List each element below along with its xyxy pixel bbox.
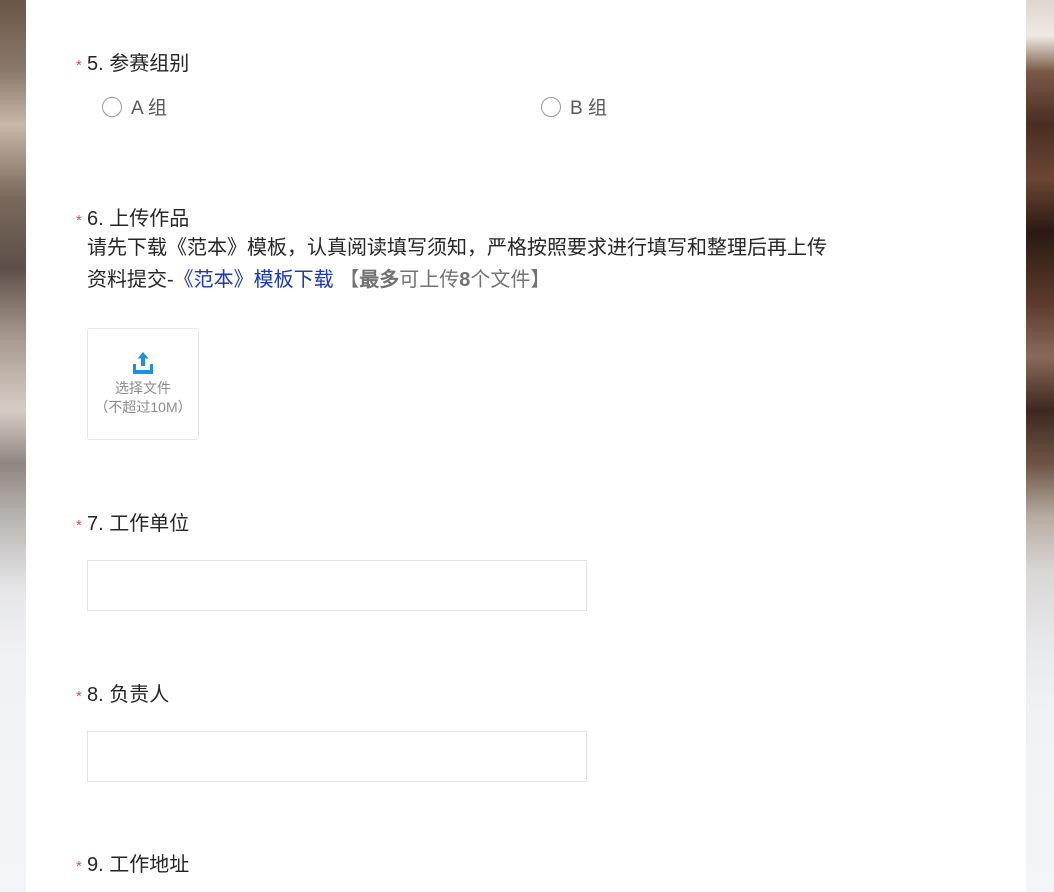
question-6-description: 请先下载《范本》模板，认真阅读填写须知，严格按照要求进行填写和整理后再上传 资料…: [76, 232, 827, 296]
radio-circle[interactable]: [102, 96, 122, 117]
description-line-2: 资料提交-《范本》模板下载 【最多可上传8个文件】: [87, 264, 827, 296]
limit-bracket-close: 】: [530, 269, 551, 291]
file-upload-button[interactable]: 选择文件 （不超过10M）: [87, 328, 199, 440]
description-line-1: 请先下载《范本》模板，认真阅读填写须知，严格按照要求进行填写和整理后再上传: [87, 237, 827, 259]
radio-option-a[interactable]: A 组: [102, 93, 167, 120]
limit-bracket-open: 【: [333, 269, 360, 291]
upload-size-hint: （不超过10M）: [94, 399, 192, 415]
template-download-link[interactable]: 《范本》模板下载: [174, 269, 334, 291]
required-mark: *: [76, 57, 82, 74]
radio-option-b[interactable]: B 组: [541, 93, 607, 120]
upload-tray-icon: [133, 352, 153, 374]
question-5-title: * 5. 参赛组别: [76, 51, 189, 77]
question-7-label: 7. 工作单位: [87, 513, 190, 535]
description-prefix: 资料提交-: [87, 269, 174, 291]
form-card: * 5. 参赛组别 A 组 B 组 * 6. 上传作品 请先下载《范本》模板，认…: [26, 0, 1026, 892]
upload-label: 选择文件: [115, 380, 171, 396]
required-mark: *: [76, 517, 82, 534]
question-8-label: 8. 负责人: [87, 684, 170, 706]
radio-option-b-label: B 组: [570, 98, 607, 119]
question-9-label: 9. 工作地址: [87, 854, 190, 876]
question-6-label: 6. 上传作品: [87, 208, 190, 230]
question-6: * 6. 上传作品 请先下载《范本》模板，认真阅读填写须知，严格按照要求进行填写…: [76, 206, 827, 440]
question-7: * 7. 工作单位: [76, 511, 587, 611]
limit-unit: 个文件: [470, 269, 531, 291]
background-left-photo: [0, 0, 26, 892]
question-7-title: * 7. 工作单位: [76, 511, 189, 537]
required-mark: *: [76, 212, 82, 229]
question-9: * 9. 工作地址: [76, 852, 189, 878]
question-9-title: * 9. 工作地址: [76, 852, 189, 878]
required-mark: *: [76, 688, 82, 705]
limit-count: 8: [459, 269, 471, 291]
person-in-charge-input[interactable]: [87, 731, 587, 782]
file-limit-note: 【最多可上传8个文件】: [333, 269, 551, 291]
question-8: * 8. 负责人: [76, 682, 587, 782]
limit-max-word: 最多: [359, 269, 400, 291]
required-mark: *: [76, 858, 82, 875]
question-5-label: 5. 参赛组别: [87, 53, 190, 75]
radio-circle[interactable]: [541, 96, 561, 117]
limit-text: 可上传: [399, 269, 460, 291]
background-right-photo: [1026, 0, 1054, 892]
radio-option-a-label: A 组: [131, 98, 167, 119]
question-6-title: * 6. 上传作品: [76, 206, 827, 232]
question-5: * 5. 参赛组别 A 组 B 组: [76, 51, 607, 119]
work-unit-input[interactable]: [87, 560, 587, 611]
radio-group: A 组 B 组: [102, 93, 702, 119]
question-8-title: * 8. 负责人: [76, 682, 169, 708]
